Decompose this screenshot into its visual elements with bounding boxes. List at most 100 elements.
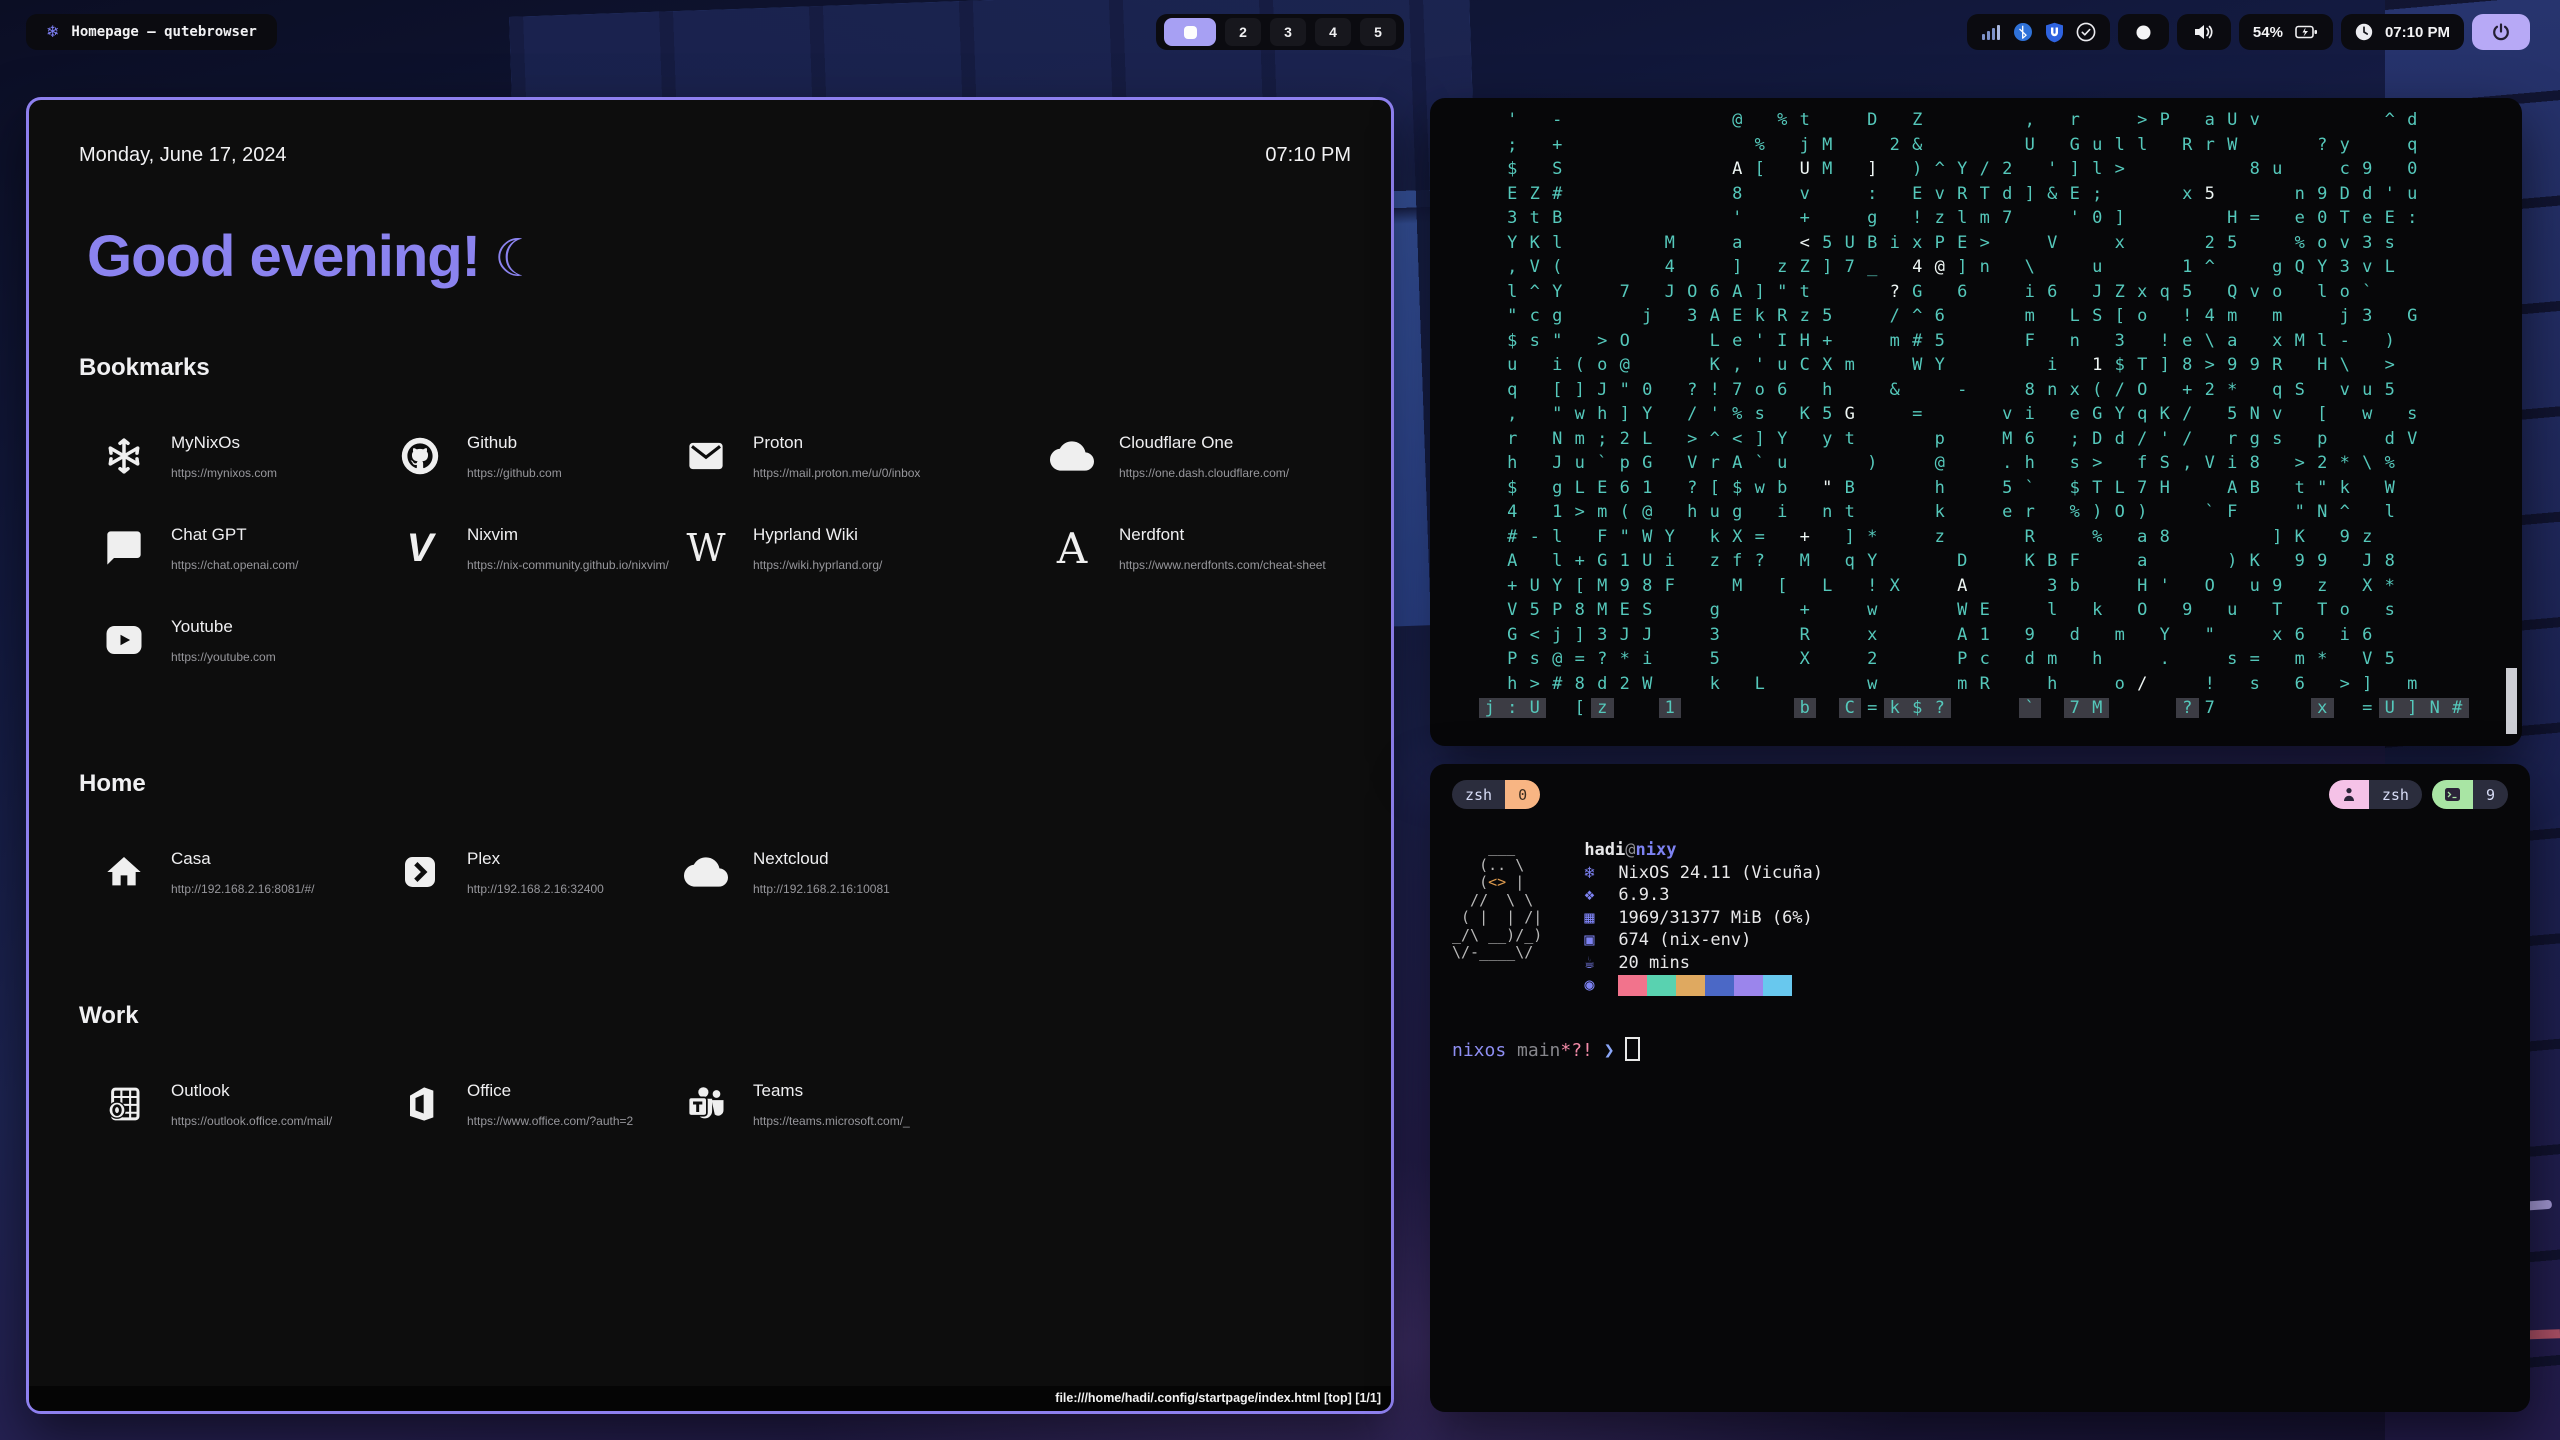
bookmark-teams[interactable]: Teamshttps://teams.microsoft.com/_ [683, 1072, 1049, 1136]
workspace-2[interactable]: 2 [1225, 18, 1261, 46]
window-title-pill[interactable]: ❄ Homepage – qutebrowser [26, 14, 277, 50]
house-icon [101, 852, 147, 892]
startpage-date: Monday, June 17, 2024 [79, 144, 287, 167]
bookmark-url: http://192.168.2.16:10081 [753, 882, 890, 896]
greeting: Good evening!☾ [87, 223, 1351, 290]
bookmark-name: Nerdfont [1119, 525, 1326, 545]
shell-terminal-window: zsh 0 zsh 9 ___ (.. \ (<> | // \ \ ( | |… [1430, 764, 2530, 1412]
volume-pill[interactable] [2177, 14, 2231, 50]
kernel-icon: ❖ [1584, 884, 1618, 907]
person-icon [2329, 780, 2369, 809]
youtube-play-icon [101, 619, 147, 661]
bookmark-github[interactable]: Githubhttps://github.com [397, 424, 683, 488]
bookmark-casa[interactable]: Casahttp://192.168.2.16:8081/#/ [101, 840, 397, 904]
bookmark-name: MyNixOs [171, 433, 277, 453]
bookmark-name: Cloudflare One [1119, 433, 1289, 453]
fetch-value: NixOS 24.11 (Vicuña) [1618, 863, 1823, 883]
color-palette-row: ◉ [1584, 974, 1823, 997]
uptime-icon: ☕ [1584, 952, 1618, 975]
battery-percent: 54% [2253, 24, 2283, 41]
matrix-terminal-window: ' - @ %t D Z , r >P aUv ^d ; + % jM 2& U… [1430, 98, 2522, 746]
bluetooth-icon[interactable] [2013, 22, 2033, 42]
bookmark-youtube[interactable]: Youtube https://youtube.com [101, 608, 397, 672]
workspace-switcher: 2345 [1156, 14, 1404, 50]
letter-a-icon: A [1049, 524, 1095, 573]
letter-w-icon: W [683, 526, 729, 570]
terminal-color-swatch-1 [1647, 975, 1676, 996]
fastfetch-output: ___ (.. \ (<> | // \ \ ( | | /| _/\ __)/… [1452, 839, 2508, 997]
terminal-color-swatch-5 [1763, 975, 1792, 996]
git-branch: main [1506, 1040, 1560, 1061]
scrollbar-thumb[interactable] [2506, 668, 2517, 734]
clock-pill[interactable]: 07:10 PM [2341, 14, 2464, 50]
office-badge-icon [397, 1084, 443, 1124]
section-title: Home [79, 770, 1351, 798]
nixos-icon: ❄ [46, 22, 59, 42]
bookmark-url: https://youtube.com [171, 650, 276, 664]
clock-time: 07:10 PM [2385, 24, 2450, 41]
bookmark-office[interactable]: Officehttps://www.office.com/?auth=2 [397, 1072, 683, 1136]
bookmark-outlook[interactable]: Outlookhttps://outlook.office.com/mail/ [101, 1072, 397, 1136]
fetch-line-kernel: ❖6.9.3 [1584, 884, 1823, 907]
bookmark-url: https://www.nerdfonts.com/cheat-sheet [1119, 558, 1326, 572]
bookmark-url: http://192.168.2.16:32400 [467, 882, 604, 896]
terminal-color-swatch-2 [1676, 975, 1705, 996]
section-title: Work [79, 1002, 1351, 1030]
check-circle-icon[interactable] [2076, 22, 2096, 42]
fetch-line-memory: ▦1969/31377 MiB (6%) [1584, 907, 1823, 930]
fetch-value: 20 mins [1618, 953, 1690, 973]
section-work: Work Outlookhttps://outlook.office.com/ma… [79, 1002, 1351, 1136]
signal-strength-icon[interactable] [1981, 23, 2001, 41]
plex-chevron-icon [397, 852, 443, 892]
bookmark-nerdfont[interactable]: A Nerdfont https://www.nerdfonts.com/cheat… [1049, 516, 1351, 580]
prompt-directory: nixos [1452, 1040, 1506, 1061]
workspace-4[interactable]: 4 [1315, 18, 1351, 46]
pane-count-badge[interactable]: 9 [2432, 780, 2508, 809]
bookmark-nixvim[interactable]: VNixvimhttps://nix-community.github.io/n… [397, 516, 683, 580]
packages-icon: ▣ [1584, 929, 1618, 952]
bookmark-cloudflare-one[interactable]: Cloudflare One https://one.dash.cloudflar… [1049, 424, 1351, 488]
teams-people-icon [683, 1083, 729, 1125]
bookmark-proton[interactable]: Protonhttps://mail.proton.me/u/0/inbox [683, 424, 1049, 488]
bookmark-name: Nextcloud [753, 849, 890, 869]
power-button[interactable] [2472, 14, 2530, 50]
terminal-color-swatch-3 [1705, 975, 1734, 996]
shield-icon[interactable] [2045, 22, 2064, 43]
workspace-1-active[interactable] [1164, 18, 1216, 46]
session-tab[interactable]: zsh 0 [1452, 780, 1540, 809]
bookmark-plex[interactable]: Plexhttp://192.168.2.16:32400 [397, 840, 683, 904]
battery-charging-icon [2295, 24, 2319, 40]
github-icon [397, 435, 443, 477]
battery-pill[interactable]: 54% [2239, 14, 2333, 50]
section-bookmarks: BookmarksMyNixOshttps://mynixos.comGithu… [79, 354, 1351, 672]
terminal-color-swatch-0 [1618, 975, 1647, 996]
terminal-color-swatch-4 [1734, 975, 1763, 996]
bookmark-url: https://teams.microsoft.com/_ [753, 1114, 910, 1128]
bookmark-nextcloud[interactable]: Nextcloud http://192.168.2.16:10081 [683, 840, 1049, 904]
bookmark-url: https://www.office.com/?auth=2 [467, 1114, 633, 1128]
bookmark-name: Github [467, 433, 562, 453]
top-bar: ❄ Homepage – qutebrowser 2345 [0, 14, 2560, 52]
cloud-icon [1049, 434, 1095, 478]
bookmark-url: https://chat.openai.com/ [171, 558, 298, 572]
git-status-flags: *?! [1560, 1040, 1593, 1061]
section-title: Bookmarks [79, 354, 1351, 382]
bookmark-url: https://one.dash.cloudflare.com/ [1119, 466, 1289, 480]
workspace-5[interactable]: 5 [1360, 18, 1396, 46]
bookmark-chat-gpt[interactable]: Chat GPThttps://chat.openai.com/ [101, 516, 397, 580]
fetch-value: 1969/31377 MiB (6%) [1618, 908, 1812, 928]
moon-icon: ☾ [494, 230, 540, 288]
bookmark-mynixos[interactable]: MyNixOshttps://mynixos.com [101, 424, 397, 488]
bookmark-name: Youtube [171, 617, 276, 637]
workspace-3[interactable]: 3 [1270, 18, 1306, 46]
letter-v-icon: V [397, 526, 443, 571]
outlook-grid-icon [101, 1083, 147, 1125]
memory-icon: ▦ [1584, 907, 1618, 930]
fetch-line-packages: ▣674 (nix-env) [1584, 929, 1823, 952]
record-pill[interactable] [2118, 14, 2169, 50]
bookmark-hyprland-wiki[interactable]: WHyprland Wikihttps://wiki.hyprland.org/ [683, 516, 1049, 580]
qutebrowser-statusbar: file:///home/hadi/.config/startpage/inde… [29, 1386, 1391, 1411]
bookmark-url: https://wiki.hyprland.org/ [753, 558, 882, 572]
session-badge[interactable]: zsh [2329, 780, 2422, 809]
window-title: Homepage – qutebrowser [71, 24, 256, 40]
